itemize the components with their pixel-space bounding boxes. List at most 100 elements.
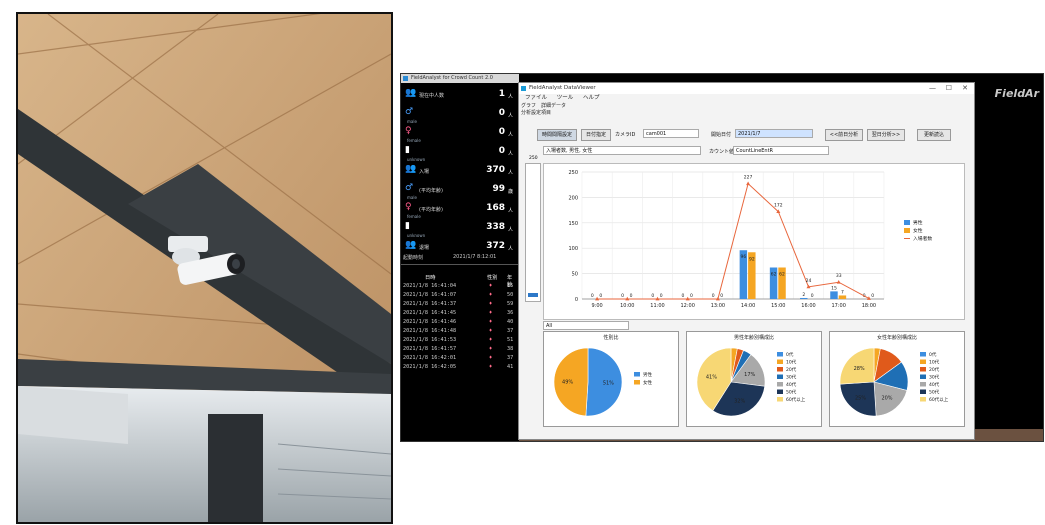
- hourly-chart-svg: 0501001502002500 0 0 0 0966221500 0 0 0 09262070…: [568, 170, 932, 309]
- counter-label: (平均年齢): [419, 207, 443, 213]
- maximize-icon[interactable]: ☐: [946, 83, 952, 94]
- female-icon: ♦: [489, 337, 493, 343]
- date-input[interactable]: 2021/1/7: [735, 129, 813, 138]
- bar-label: 96: [741, 254, 747, 260]
- x-tick-label: 18:00: [862, 303, 876, 309]
- log-age: 59: [507, 301, 514, 307]
- pie-slice-label: 41%: [706, 374, 717, 380]
- legend-label: 入場者数: [913, 235, 932, 242]
- log-age: 37: [507, 355, 514, 361]
- log-row: 2021/1/8 16:42:01 ♦ 37: [403, 355, 517, 364]
- slider-thumb[interactable]: [528, 293, 538, 297]
- camera-photo: [16, 12, 393, 524]
- startup-label: 起動時刻: [403, 255, 424, 261]
- x-tick-label: 10:00: [620, 303, 634, 309]
- log-time: 2021/1/8 16:42:05: [403, 364, 457, 370]
- counter-value: 372: [486, 241, 505, 251]
- startup-time: 2021/1/7 8:12:01: [453, 254, 497, 260]
- log-age: 37: [507, 328, 514, 334]
- log-row: 2021/1/8 16:41:04 ♦ 15: [403, 283, 517, 292]
- line-point: [746, 181, 751, 186]
- log-time: 2021/1/8 16:41:37: [403, 301, 457, 307]
- line-label: 227: [744, 175, 753, 181]
- counter-row: ♂ (平均年齢) male 99 歳: [403, 181, 517, 201]
- bar-label: 7: [841, 289, 844, 295]
- counter-value: 338: [486, 222, 505, 232]
- female-icon: ♦: [489, 319, 493, 325]
- pie-filter-select[interactable]: All: [543, 321, 629, 330]
- bar-label: 2: [802, 292, 805, 298]
- camera-select[interactable]: cam001: [643, 129, 699, 138]
- period-button[interactable]: 時間間隔設定: [537, 129, 577, 141]
- bar-label: 0: [599, 293, 602, 299]
- log-age: 40: [507, 319, 514, 325]
- log-time: 2021/1/8 16:41:04: [403, 283, 457, 289]
- pie-legend-label: 40代: [929, 381, 940, 388]
- log-age: 15: [507, 283, 514, 289]
- line-label: 33: [836, 273, 842, 279]
- line-label: 172: [774, 203, 783, 209]
- menu-bar: ファイル ツール ヘルプ: [519, 94, 974, 103]
- pie-legend-swatch: [777, 397, 783, 402]
- close-icon[interactable]: ✕: [962, 83, 968, 94]
- female-icon: ♦: [489, 364, 493, 370]
- menu-file[interactable]: ファイル: [525, 95, 547, 101]
- menu-help[interactable]: ヘルプ: [583, 95, 600, 101]
- counter-row: ♀ (平均年齢) female 168 人: [403, 200, 517, 220]
- counter-row: ♂ male 0 人: [403, 105, 517, 125]
- series-select[interactable]: 入場者数, 男性, 女性: [543, 146, 701, 155]
- bar-label: 0: [811, 293, 814, 299]
- log-age: 51: [507, 337, 514, 343]
- pie-legend-label: 0代: [786, 351, 794, 358]
- counter-value: 168: [486, 203, 505, 213]
- pie-slice-label: 49%: [562, 379, 573, 385]
- bar-label: 0: [660, 293, 663, 299]
- log-row: 2021/1/8 16:41:53 ♦ 51: [403, 337, 517, 346]
- y-tick-label: 250: [568, 170, 578, 176]
- refresh-button[interactable]: 更新読込: [917, 129, 951, 141]
- female-icon: ♦: [489, 310, 493, 316]
- vertical-slider[interactable]: 250: [525, 156, 541, 302]
- pie-slice-label: 17%: [744, 372, 755, 378]
- log-time: 2021/1/8 16:41:53: [403, 337, 457, 343]
- counter-unit: 歳: [507, 189, 513, 195]
- minimize-icon[interactable]: —: [929, 83, 936, 94]
- pie-legend-label: 60代以上: [929, 396, 949, 403]
- date-label: 開始日付: [711, 132, 732, 138]
- next-day-button[interactable]: 翌日分析>>: [867, 129, 905, 141]
- bar-label: 62: [771, 272, 777, 278]
- group-icon: 👥: [405, 164, 417, 174]
- unknown-icon: ▮: [405, 145, 410, 155]
- monitor-screenshot: FieldAnalyst for Crowd Count 2.0 👥 現在中人数…: [400, 73, 1044, 442]
- log-time: 2021/1/8 16:41:48: [403, 328, 457, 334]
- counter-unit: 人: [507, 208, 513, 214]
- pie-svg: 17% 32% 41% 0代10代20代30代40代50代60代以上: [696, 347, 806, 417]
- bar-label: 0: [651, 293, 654, 299]
- view-tabs[interactable]: グラフ 詳細データ: [519, 103, 974, 110]
- female-icon: ♦: [489, 355, 493, 361]
- prev-day-button[interactable]: <<前日分析: [825, 129, 863, 141]
- x-tick-label: 14:00: [741, 303, 755, 309]
- y-tick-label: 50: [572, 272, 578, 278]
- count-select[interactable]: CountLineEntR: [733, 146, 829, 155]
- pie-legend-swatch: [920, 397, 926, 402]
- log-time: 2021/1/8 16:41:07: [403, 292, 457, 298]
- counter-value: 99: [492, 184, 505, 194]
- counter-unit: 人: [507, 151, 513, 157]
- log-row: 2021/1/8 16:41:57 ♦ 38: [403, 346, 517, 355]
- dataviewer-window: FieldAnalyst DataViewer — ☐ ✕ ファイル ツール ヘ…: [518, 82, 975, 440]
- pie-legend-swatch: [777, 367, 783, 372]
- x-tick-label: 15:00: [771, 303, 785, 309]
- pie-legend-swatch: [920, 359, 926, 364]
- bar-label: 0: [682, 293, 685, 299]
- counter-unit: 人: [507, 246, 513, 252]
- menu-tools[interactable]: ツール: [557, 95, 574, 101]
- y-tick-label: 150: [568, 221, 578, 227]
- line-point: [836, 280, 841, 284]
- pie-legend-label: 60代以上: [786, 396, 806, 403]
- counter-row: 👥 入場 370 人: [403, 162, 517, 182]
- counter-label: 退場: [419, 245, 430, 251]
- detection-log: 日時 性別 年齢 2021/1/8 16:41:04 ♦ 15 2021/1/8 …: [403, 274, 517, 373]
- female-icon: ♦: [489, 346, 493, 352]
- date-button[interactable]: 日付指定: [581, 129, 611, 141]
